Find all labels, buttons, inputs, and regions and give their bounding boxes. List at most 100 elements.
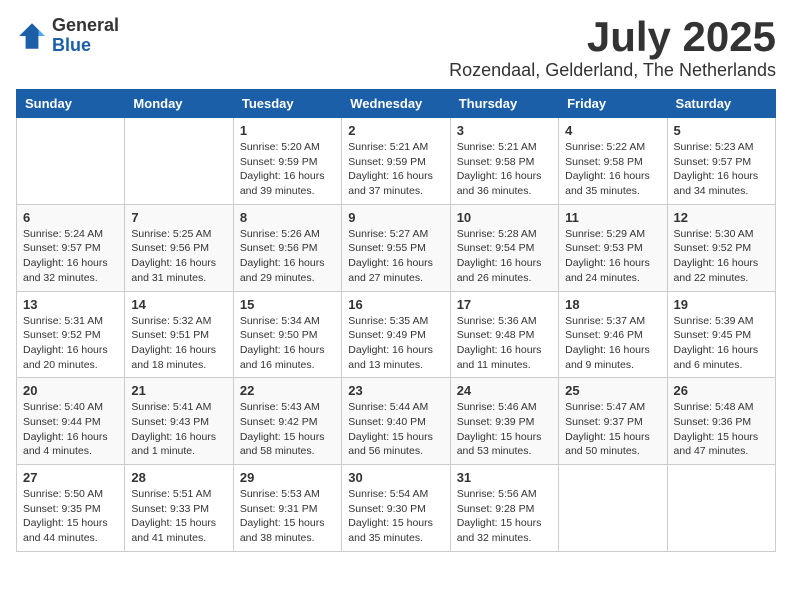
day-info: Sunrise: 5:40 AM Sunset: 9:44 PM Dayligh… <box>23 400 118 459</box>
calendar-cell <box>559 465 667 552</box>
logo-blue: Blue <box>52 36 119 56</box>
day-info: Sunrise: 5:25 AM Sunset: 9:56 PM Dayligh… <box>131 227 226 286</box>
day-header-saturday: Saturday <box>667 90 775 118</box>
calendar-table: SundayMondayTuesdayWednesdayThursdayFrid… <box>16 89 776 552</box>
calendar-week-4: 20 Sunrise: 5:40 AM Sunset: 9:44 PM Dayli… <box>17 378 776 465</box>
day-info: Sunrise: 5:37 AM Sunset: 9:46 PM Dayligh… <box>565 314 660 373</box>
day-header-friday: Friday <box>559 90 667 118</box>
day-header-monday: Monday <box>125 90 233 118</box>
day-info: Sunrise: 5:32 AM Sunset: 9:51 PM Dayligh… <box>131 314 226 373</box>
calendar-cell <box>17 118 125 205</box>
calendar-body: 1 Sunrise: 5:20 AM Sunset: 9:59 PM Daylig… <box>17 118 776 552</box>
calendar-cell: 23 Sunrise: 5:44 AM Sunset: 9:40 PM Dayli… <box>342 378 450 465</box>
calendar-header: SundayMondayTuesdayWednesdayThursdayFrid… <box>17 90 776 118</box>
calendar-week-3: 13Sunrise: 5:31 AM Sunset: 9:52 PM Dayli… <box>17 291 776 378</box>
calendar-cell: 17 Sunrise: 5:36 AM Sunset: 9:48 PM Dayli… <box>450 291 558 378</box>
day-info: Sunrise: 5:36 AM Sunset: 9:48 PM Dayligh… <box>457 314 552 373</box>
calendar-cell: 15Sunrise: 5:34 AM Sunset: 9:50 PM Dayli… <box>233 291 341 378</box>
day-info: Sunrise: 5:51 AM Sunset: 9:33 PM Dayligh… <box>131 487 226 546</box>
day-number: 6 <box>23 210 118 225</box>
month-title: July 2025 <box>449 16 776 58</box>
calendar-cell: 26 Sunrise: 5:48 AM Sunset: 9:36 PM Dayli… <box>667 378 775 465</box>
calendar-cell: 4 Sunrise: 5:22 AM Sunset: 9:58 PM Daylig… <box>559 118 667 205</box>
calendar-week-5: 27Sunrise: 5:50 AM Sunset: 9:35 PM Dayli… <box>17 465 776 552</box>
calendar-cell: 6 Sunrise: 5:24 AM Sunset: 9:57 PM Daylig… <box>17 204 125 291</box>
calendar-cell: 18Sunrise: 5:37 AM Sunset: 9:46 PM Dayli… <box>559 291 667 378</box>
day-info: Sunrise: 5:28 AM Sunset: 9:54 PM Dayligh… <box>457 227 552 286</box>
calendar-cell: 16Sunrise: 5:35 AM Sunset: 9:49 PM Dayli… <box>342 291 450 378</box>
day-number: 9 <box>348 210 443 225</box>
calendar-cell: 24 Sunrise: 5:46 AM Sunset: 9:39 PM Dayli… <box>450 378 558 465</box>
calendar-cell: 20 Sunrise: 5:40 AM Sunset: 9:44 PM Dayli… <box>17 378 125 465</box>
day-number: 25 <box>565 383 660 398</box>
title-section: July 2025 Rozendaal, Gelderland, The Net… <box>449 16 776 81</box>
day-number: 12 <box>674 210 769 225</box>
page-header: General Blue July 2025 Rozendaal, Gelder… <box>16 16 776 81</box>
day-number: 10 <box>457 210 552 225</box>
day-number: 8 <box>240 210 335 225</box>
calendar-cell: 30Sunrise: 5:54 AM Sunset: 9:30 PM Dayli… <box>342 465 450 552</box>
day-info: Sunrise: 5:53 AM Sunset: 9:31 PM Dayligh… <box>240 487 335 546</box>
day-number: 22 <box>240 383 335 398</box>
day-info: Sunrise: 5:35 AM Sunset: 9:49 PM Dayligh… <box>348 314 443 373</box>
day-info: Sunrise: 5:31 AM Sunset: 9:52 PM Dayligh… <box>23 314 118 373</box>
day-info: Sunrise: 5:39 AM Sunset: 9:45 PM Dayligh… <box>674 314 769 373</box>
day-header-sunday: Sunday <box>17 90 125 118</box>
calendar-cell: 12 Sunrise: 5:30 AM Sunset: 9:52 PM Dayli… <box>667 204 775 291</box>
day-header-thursday: Thursday <box>450 90 558 118</box>
day-number: 15 <box>240 297 335 312</box>
day-number: 23 <box>348 383 443 398</box>
day-number: 4 <box>565 123 660 138</box>
calendar-cell: 14Sunrise: 5:32 AM Sunset: 9:51 PM Dayli… <box>125 291 233 378</box>
day-number: 21 <box>131 383 226 398</box>
calendar-cell: 22 Sunrise: 5:43 AM Sunset: 9:42 PM Dayli… <box>233 378 341 465</box>
day-number: 20 <box>23 383 118 398</box>
day-info: Sunrise: 5:47 AM Sunset: 9:37 PM Dayligh… <box>565 400 660 459</box>
calendar-cell: 25 Sunrise: 5:47 AM Sunset: 9:37 PM Dayli… <box>559 378 667 465</box>
calendar-cell: 28Sunrise: 5:51 AM Sunset: 9:33 PM Dayli… <box>125 465 233 552</box>
day-info: Sunrise: 5:44 AM Sunset: 9:40 PM Dayligh… <box>348 400 443 459</box>
day-number: 31 <box>457 470 552 485</box>
day-info: Sunrise: 5:24 AM Sunset: 9:57 PM Dayligh… <box>23 227 118 286</box>
day-number: 11 <box>565 210 660 225</box>
calendar-cell: 13Sunrise: 5:31 AM Sunset: 9:52 PM Dayli… <box>17 291 125 378</box>
header-row: SundayMondayTuesdayWednesdayThursdayFrid… <box>17 90 776 118</box>
day-number: 19 <box>674 297 769 312</box>
calendar-cell: 1 Sunrise: 5:20 AM Sunset: 9:59 PM Daylig… <box>233 118 341 205</box>
calendar-cell: 5Sunrise: 5:23 AM Sunset: 9:57 PM Daylig… <box>667 118 775 205</box>
day-number: 30 <box>348 470 443 485</box>
day-number: 5 <box>674 123 769 138</box>
day-info: Sunrise: 5:50 AM Sunset: 9:35 PM Dayligh… <box>23 487 118 546</box>
calendar-cell: 21 Sunrise: 5:41 AM Sunset: 9:43 PM Dayli… <box>125 378 233 465</box>
calendar-cell: 31Sunrise: 5:56 AM Sunset: 9:28 PM Dayli… <box>450 465 558 552</box>
day-info: Sunrise: 5:21 AM Sunset: 9:58 PM Dayligh… <box>457 140 552 199</box>
day-info: Sunrise: 5:41 AM Sunset: 9:43 PM Dayligh… <box>131 400 226 459</box>
day-header-tuesday: Tuesday <box>233 90 341 118</box>
calendar-week-1: 1 Sunrise: 5:20 AM Sunset: 9:59 PM Daylig… <box>17 118 776 205</box>
day-number: 7 <box>131 210 226 225</box>
calendar-cell: 7 Sunrise: 5:25 AM Sunset: 9:56 PM Daylig… <box>125 204 233 291</box>
day-info: Sunrise: 5:48 AM Sunset: 9:36 PM Dayligh… <box>674 400 769 459</box>
logo-general: General <box>52 16 119 36</box>
calendar-cell: 10 Sunrise: 5:28 AM Sunset: 9:54 PM Dayli… <box>450 204 558 291</box>
day-info: Sunrise: 5:22 AM Sunset: 9:58 PM Dayligh… <box>565 140 660 199</box>
day-info: Sunrise: 5:20 AM Sunset: 9:59 PM Dayligh… <box>240 140 335 199</box>
day-number: 1 <box>240 123 335 138</box>
day-info: Sunrise: 5:30 AM Sunset: 9:52 PM Dayligh… <box>674 227 769 286</box>
day-number: 3 <box>457 123 552 138</box>
logo-text: General Blue <box>52 16 119 56</box>
day-info: Sunrise: 5:27 AM Sunset: 9:55 PM Dayligh… <box>348 227 443 286</box>
day-info: Sunrise: 5:43 AM Sunset: 9:42 PM Dayligh… <box>240 400 335 459</box>
day-info: Sunrise: 5:26 AM Sunset: 9:56 PM Dayligh… <box>240 227 335 286</box>
calendar-cell: 11Sunrise: 5:29 AM Sunset: 9:53 PM Dayli… <box>559 204 667 291</box>
day-number: 26 <box>674 383 769 398</box>
calendar-cell: 2Sunrise: 5:21 AM Sunset: 9:59 PM Daylig… <box>342 118 450 205</box>
day-header-wednesday: Wednesday <box>342 90 450 118</box>
day-info: Sunrise: 5:46 AM Sunset: 9:39 PM Dayligh… <box>457 400 552 459</box>
day-number: 24 <box>457 383 552 398</box>
calendar-cell: 19 Sunrise: 5:39 AM Sunset: 9:45 PM Dayli… <box>667 291 775 378</box>
calendar-cell <box>125 118 233 205</box>
day-number: 17 <box>457 297 552 312</box>
logo-icon <box>16 20 48 52</box>
logo: General Blue <box>16 16 119 56</box>
